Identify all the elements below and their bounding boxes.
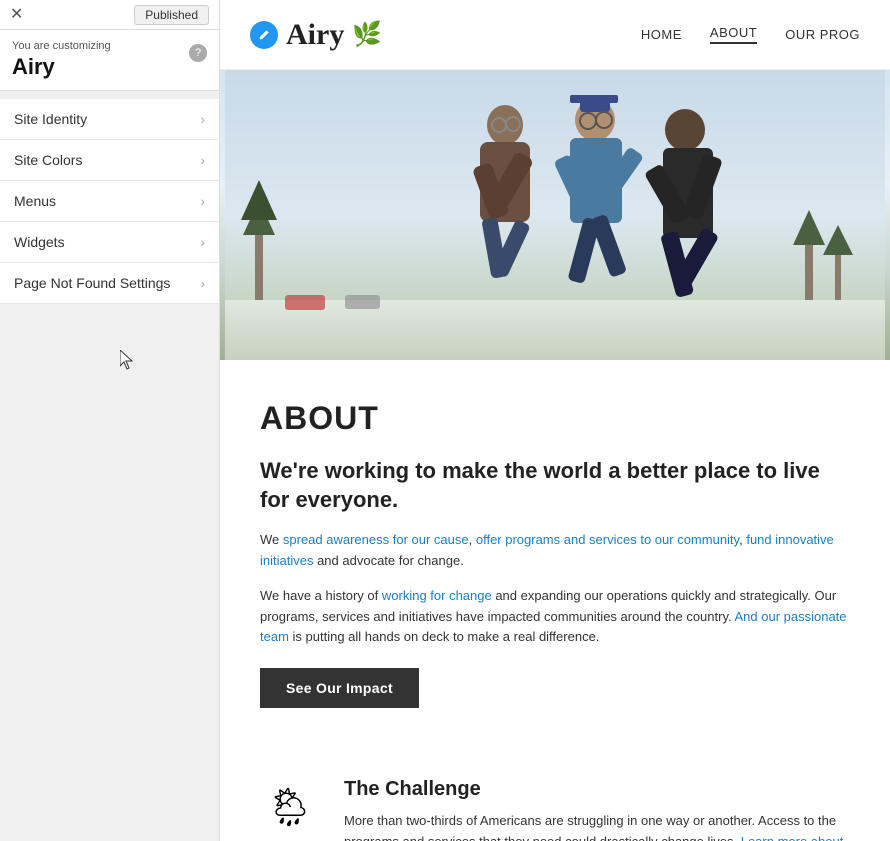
link-passionate-team[interactable]: And our passionate team	[260, 609, 847, 645]
menu-item-site-colors[interactable]: Site Colors ›	[0, 140, 219, 181]
nav-links: HOME ABOUT OUR PROG	[641, 25, 860, 44]
challenge-title: The Challenge	[344, 778, 850, 801]
about-section: ABOUT We're working to make the world a …	[220, 360, 890, 758]
about-title: ABOUT	[260, 400, 850, 437]
chevron-right-icon: ›	[200, 275, 205, 291]
menu-item-site-colors-label: Site Colors	[14, 152, 82, 168]
chevron-right-icon: ›	[200, 193, 205, 209]
menu-item-site-identity[interactable]: Site Identity ›	[0, 99, 219, 140]
chevron-right-icon: ›	[200, 234, 205, 250]
published-button[interactable]: Published	[134, 5, 209, 25]
site-name-label: Airy	[12, 54, 111, 80]
logo-area: Airy 🌿	[250, 18, 382, 52]
menu-item-page-not-found[interactable]: Page Not Found Settings ›	[0, 263, 219, 304]
link-spread-awareness[interactable]: spread awareness for our cause	[283, 532, 469, 547]
customizing-section: You are customizing Airy ?	[0, 30, 219, 91]
challenge-section: 🌦 The Challenge More than two-thirds of …	[220, 758, 890, 841]
close-icon: ✕	[10, 6, 23, 23]
sidebar: ✕ Published You are customizing Airy ? S…	[0, 0, 220, 841]
menu-item-widgets[interactable]: Widgets ›	[0, 222, 219, 263]
see-impact-button[interactable]: See Our Impact	[260, 668, 419, 708]
chevron-right-icon: ›	[200, 111, 205, 127]
challenge-paragraph: More than two-thirds of Americans are st…	[344, 811, 850, 841]
customizing-text-block: You are customizing Airy	[12, 40, 111, 80]
logo-text: Airy	[286, 18, 344, 52]
weather-icon: 🌦	[266, 786, 314, 830]
link-working-for-change[interactable]: working for change	[382, 588, 492, 603]
nav-link-about[interactable]: ABOUT	[710, 25, 757, 44]
about-subtitle: We're working to make the world a better…	[260, 457, 850, 514]
about-paragraph-1: We spread awareness for our cause, offer…	[260, 530, 850, 572]
hero-image	[220, 70, 890, 360]
link-learn-mission[interactable]: Learn more about our mission	[344, 834, 843, 841]
nav-link-our-prog[interactable]: OUR PROG	[785, 27, 860, 42]
you-are-customizing-label: You are customizing	[12, 40, 111, 52]
nav-link-home[interactable]: HOME	[641, 27, 682, 42]
menu-item-menus[interactable]: Menus ›	[0, 181, 219, 222]
hero-overlay	[220, 70, 890, 360]
site-nav: Airy 🌿 HOME ABOUT OUR PROG	[220, 0, 890, 70]
sidebar-header: ✕ Published	[0, 0, 219, 30]
menu-item-menus-label: Menus	[14, 193, 56, 209]
help-icon[interactable]: ?	[189, 44, 207, 62]
challenge-text-block: The Challenge More than two-thirds of Am…	[344, 778, 850, 841]
close-button[interactable]: ✕	[10, 7, 23, 23]
menu-item-site-identity-label: Site Identity	[14, 111, 87, 127]
preview-content: Airy 🌿 HOME ABOUT OUR PROG	[220, 0, 890, 841]
menu-item-widgets-label: Widgets	[14, 234, 65, 250]
link-offer-programs[interactable]: offer programs and services to our commu…	[476, 532, 739, 547]
challenge-icon: 🌦	[260, 778, 320, 838]
chevron-right-icon: ›	[200, 152, 205, 168]
logo-leaf-icon: 🌿	[352, 20, 382, 49]
customizer-menu: Site Identity › Site Colors › Menus › Wi…	[0, 99, 219, 304]
about-paragraph-2: We have a history of working for change …	[260, 586, 850, 648]
menu-item-page-not-found-label: Page Not Found Settings	[14, 275, 170, 291]
edit-icon[interactable]	[250, 21, 278, 49]
